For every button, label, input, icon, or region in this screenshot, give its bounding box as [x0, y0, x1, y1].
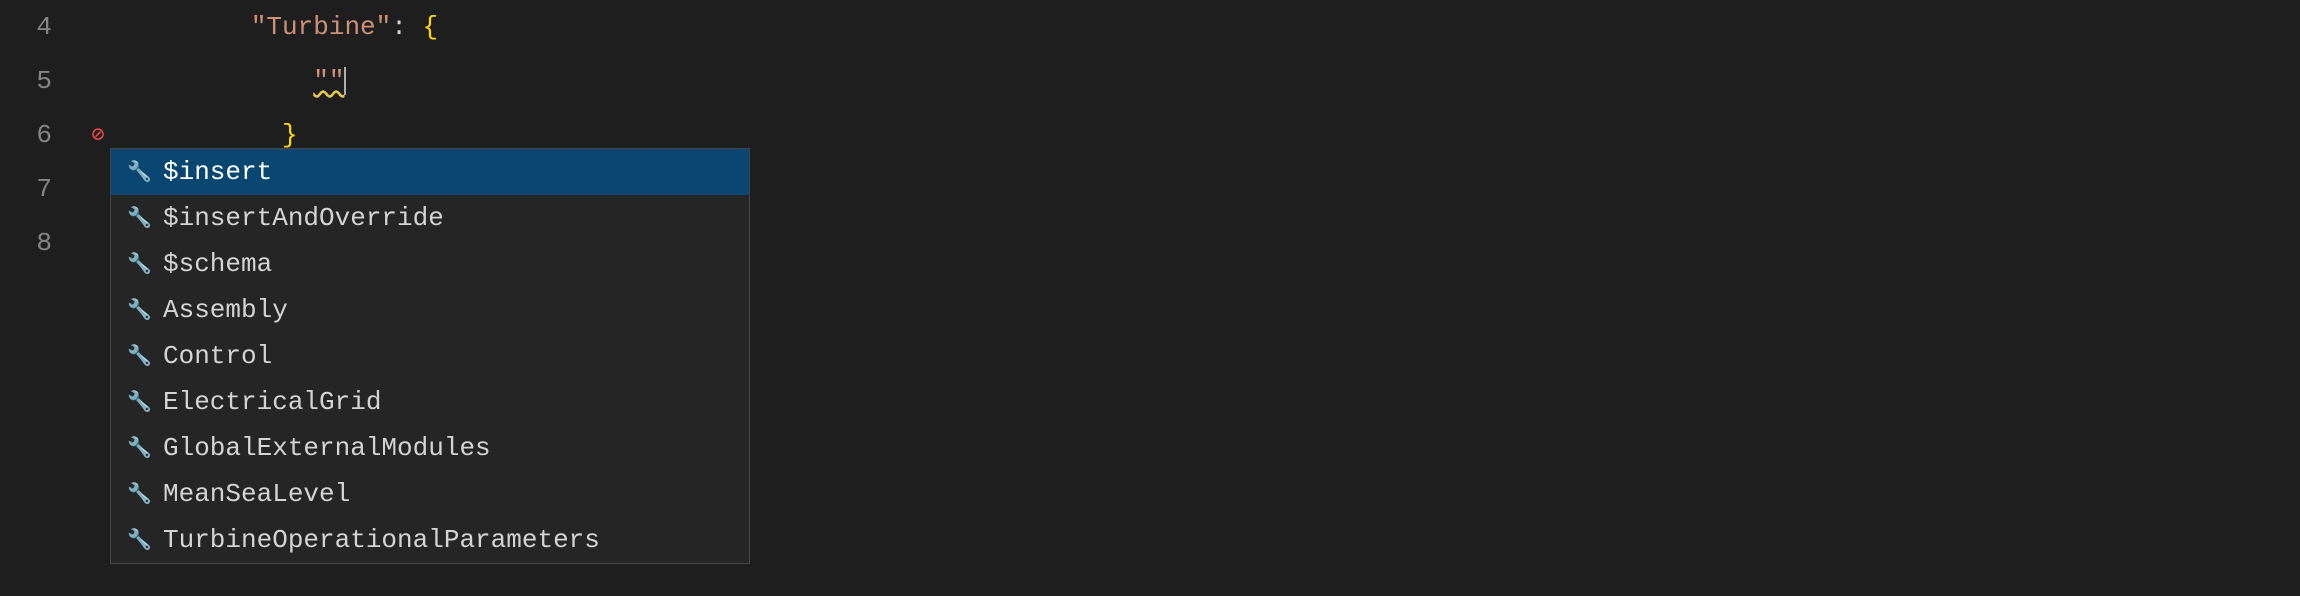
autocomplete-label-turbineOperationalParameters: TurbineOperationalParameters [163, 525, 600, 555]
autocomplete-label-insertAndOverride: $insertAndOverride [163, 203, 444, 233]
autocomplete-item-meanSeaLevel[interactable]: MeanSeaLevel [111, 471, 749, 517]
autocomplete-item-insert[interactable]: $insert [111, 149, 749, 195]
line-number-4: 4 [0, 12, 80, 42]
text-cursor [344, 67, 346, 95]
autocomplete-label-insert: $insert [163, 157, 272, 187]
wrench-icon-control [127, 343, 151, 369]
autocomplete-item-turbineOperationalParameters[interactable]: TurbineOperationalParameters [111, 517, 749, 563]
autocomplete-label-globalExternalModules: GlobalExternalModules [163, 433, 491, 463]
autocomplete-label-schema: $schema [163, 249, 272, 279]
error-gutter-icon: ⊘ [91, 122, 104, 148]
autocomplete-item-schema[interactable]: $schema [111, 241, 749, 287]
wrench-icon-turbineOperationalParameters [127, 527, 151, 553]
wrench-icon-electricalGrid [127, 389, 151, 415]
code-line-5: 5 "" [0, 54, 2300, 108]
editor-container: 4 "Turbine": { 5 "" 6 ⊘ } [0, 0, 2300, 596]
line-content-5: "" [116, 36, 2300, 126]
autocomplete-label-meanSeaLevel: MeanSeaLevel [163, 479, 350, 509]
wrench-icon-schema [127, 251, 151, 277]
autocomplete-item-insertAndOverride[interactable]: $insertAndOverride [111, 195, 749, 241]
gutter-6: ⊘ [80, 122, 116, 148]
wrench-icon-meanSeaLevel [127, 481, 151, 507]
wrench-icon-globalExternalModules [127, 435, 151, 461]
line-number-6: 6 [0, 120, 80, 150]
wrench-icon-assembly [127, 297, 151, 323]
autocomplete-item-assembly[interactable]: Assembly [111, 287, 749, 333]
autocomplete-item-electricalGrid[interactable]: ElectricalGrid [111, 379, 749, 425]
line-number-5: 5 [0, 66, 80, 96]
autocomplete-label-control: Control [163, 341, 272, 371]
line-number-8: 8 [0, 228, 80, 258]
autocomplete-item-control[interactable]: Control [111, 333, 749, 379]
autocomplete-label-assembly: Assembly [163, 295, 288, 325]
line-number-7: 7 [0, 174, 80, 204]
autocomplete-item-globalExternalModules[interactable]: GlobalExternalModules [111, 425, 749, 471]
wrench-icon-insertAndOverride [127, 205, 151, 231]
wrench-icon-insert [127, 159, 151, 185]
autocomplete-dropdown: $insert $insertAndOverride $schema Assem… [110, 148, 750, 564]
token-empty-string: "" [313, 66, 344, 96]
token-indent-5 [251, 66, 313, 96]
autocomplete-label-electricalGrid: ElectricalGrid [163, 387, 381, 417]
